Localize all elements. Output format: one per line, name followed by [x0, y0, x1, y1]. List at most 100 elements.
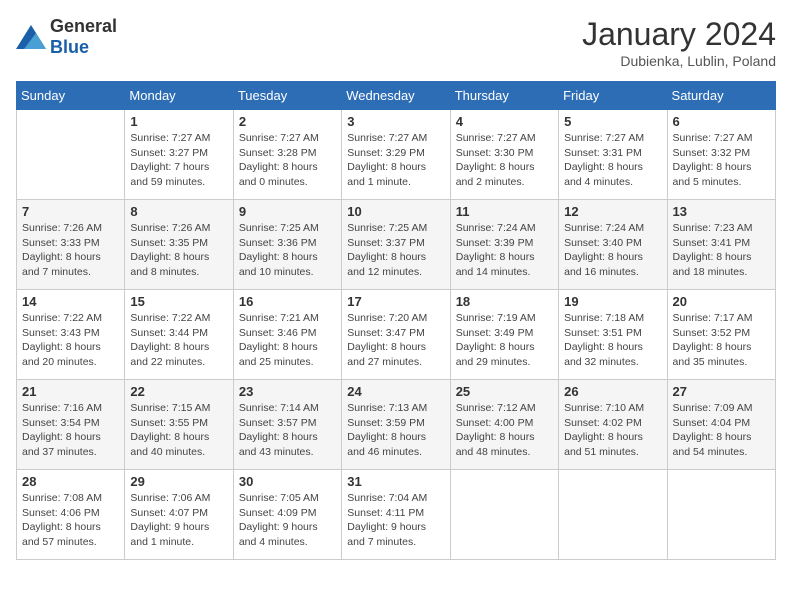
- day-info: Sunrise: 7:05 AMSunset: 4:09 PMDaylight:…: [239, 491, 336, 550]
- day-info: Sunrise: 7:13 AMSunset: 3:59 PMDaylight:…: [347, 401, 444, 460]
- calendar-cell: 23 Sunrise: 7:14 AMSunset: 3:57 PMDayligh…: [233, 380, 341, 470]
- page-header: General Blue January 2024 Dubienka, Lubl…: [16, 16, 776, 69]
- calendar-cell: 19 Sunrise: 7:18 AMSunset: 3:51 PMDayligh…: [559, 290, 667, 380]
- day-info: Sunrise: 7:27 AMSunset: 3:28 PMDaylight:…: [239, 131, 336, 190]
- week-row-1: 1 Sunrise: 7:27 AMSunset: 3:27 PMDaylight…: [17, 110, 776, 200]
- day-number: 21: [22, 384, 119, 399]
- calendar-cell: 13 Sunrise: 7:23 AMSunset: 3:41 PMDayligh…: [667, 200, 775, 290]
- day-info: Sunrise: 7:25 AMSunset: 3:36 PMDaylight:…: [239, 221, 336, 280]
- calendar-cell: 10 Sunrise: 7:25 AMSunset: 3:37 PMDayligh…: [342, 200, 450, 290]
- weekday-header-tuesday: Tuesday: [233, 82, 341, 110]
- calendar-cell: 28 Sunrise: 7:08 AMSunset: 4:06 PMDayligh…: [17, 470, 125, 560]
- weekday-header-sunday: Sunday: [17, 82, 125, 110]
- day-info: Sunrise: 7:12 AMSunset: 4:00 PMDaylight:…: [456, 401, 553, 460]
- day-info: Sunrise: 7:10 AMSunset: 4:02 PMDaylight:…: [564, 401, 661, 460]
- day-info: Sunrise: 7:22 AMSunset: 3:44 PMDaylight:…: [130, 311, 227, 370]
- week-row-5: 28 Sunrise: 7:08 AMSunset: 4:06 PMDayligh…: [17, 470, 776, 560]
- day-number: 17: [347, 294, 444, 309]
- day-number: 10: [347, 204, 444, 219]
- day-number: 19: [564, 294, 661, 309]
- calendar-cell: [559, 470, 667, 560]
- calendar-cell: 18 Sunrise: 7:19 AMSunset: 3:49 PMDayligh…: [450, 290, 558, 380]
- day-number: 20: [673, 294, 770, 309]
- day-info: Sunrise: 7:16 AMSunset: 3:54 PMDaylight:…: [22, 401, 119, 460]
- logo-blue: Blue: [50, 37, 89, 57]
- day-number: 22: [130, 384, 227, 399]
- day-info: Sunrise: 7:18 AMSunset: 3:51 PMDaylight:…: [564, 311, 661, 370]
- day-info: Sunrise: 7:27 AMSunset: 3:30 PMDaylight:…: [456, 131, 553, 190]
- calendar-cell: 8Sunrise: 7:26 AMSunset: 3:35 PMDaylight…: [125, 200, 233, 290]
- day-number: 4: [456, 114, 553, 129]
- day-info: Sunrise: 7:14 AMSunset: 3:57 PMDaylight:…: [239, 401, 336, 460]
- day-info: Sunrise: 7:24 AMSunset: 3:40 PMDaylight:…: [564, 221, 661, 280]
- week-row-2: 7Sunrise: 7:26 AMSunset: 3:33 PMDaylight…: [17, 200, 776, 290]
- day-info: Sunrise: 7:27 AMSunset: 3:32 PMDaylight:…: [673, 131, 770, 190]
- day-number: 1: [130, 114, 227, 129]
- calendar-cell: 11Sunrise: 7:24 AMSunset: 3:39 PMDayligh…: [450, 200, 558, 290]
- day-info: Sunrise: 7:17 AMSunset: 3:52 PMDaylight:…: [673, 311, 770, 370]
- calendar-cell: 4 Sunrise: 7:27 AMSunset: 3:30 PMDaylight…: [450, 110, 558, 200]
- day-info: Sunrise: 7:24 AMSunset: 3:39 PMDaylight:…: [456, 221, 553, 280]
- day-number: 30: [239, 474, 336, 489]
- weekday-header-wednesday: Wednesday: [342, 82, 450, 110]
- day-info: Sunrise: 7:27 AMSunset: 3:27 PMDaylight:…: [130, 131, 227, 190]
- day-number: 16: [239, 294, 336, 309]
- day-info: Sunrise: 7:15 AMSunset: 3:55 PMDaylight:…: [130, 401, 227, 460]
- calendar-cell: 22 Sunrise: 7:15 AMSunset: 3:55 PMDayligh…: [125, 380, 233, 470]
- calendar-cell: 31Sunrise: 7:04 AMSunset: 4:11 PMDayligh…: [342, 470, 450, 560]
- calendar-cell: 17 Sunrise: 7:20 AMSunset: 3:47 PMDayligh…: [342, 290, 450, 380]
- weekday-header-thursday: Thursday: [450, 82, 558, 110]
- day-number: 23: [239, 384, 336, 399]
- weekday-header-friday: Friday: [559, 82, 667, 110]
- day-number: 18: [456, 294, 553, 309]
- calendar-cell: 9 Sunrise: 7:25 AMSunset: 3:36 PMDaylight…: [233, 200, 341, 290]
- calendar-cell: [17, 110, 125, 200]
- day-number: 12: [564, 204, 661, 219]
- month-title: January 2024: [582, 16, 776, 53]
- calendar-cell: 16 Sunrise: 7:21 AMSunset: 3:46 PMDayligh…: [233, 290, 341, 380]
- calendar-cell: 5Sunrise: 7:27 AMSunset: 3:31 PMDaylight…: [559, 110, 667, 200]
- logo-icon: [16, 25, 46, 49]
- day-number: 29: [130, 474, 227, 489]
- calendar-cell: 29Sunrise: 7:06 AMSunset: 4:07 PMDayligh…: [125, 470, 233, 560]
- day-info: Sunrise: 7:23 AMSunset: 3:41 PMDaylight:…: [673, 221, 770, 280]
- day-number: 6: [673, 114, 770, 129]
- day-number: 28: [22, 474, 119, 489]
- day-info: Sunrise: 7:27 AMSunset: 3:29 PMDaylight:…: [347, 131, 444, 190]
- calendar-cell: 27 Sunrise: 7:09 AMSunset: 4:04 PMDayligh…: [667, 380, 775, 470]
- weekday-header-saturday: Saturday: [667, 82, 775, 110]
- day-number: 25: [456, 384, 553, 399]
- day-info: Sunrise: 7:21 AMSunset: 3:46 PMDaylight:…: [239, 311, 336, 370]
- location: Dubienka, Lublin, Poland: [582, 53, 776, 69]
- calendar-cell: 26Sunrise: 7:10 AMSunset: 4:02 PMDayligh…: [559, 380, 667, 470]
- calendar-cell: 24 Sunrise: 7:13 AMSunset: 3:59 PMDayligh…: [342, 380, 450, 470]
- title-block: January 2024 Dubienka, Lublin, Poland: [582, 16, 776, 69]
- day-info: Sunrise: 7:19 AMSunset: 3:49 PMDaylight:…: [456, 311, 553, 370]
- calendar-cell: 15Sunrise: 7:22 AMSunset: 3:44 PMDayligh…: [125, 290, 233, 380]
- calendar-cell: 1 Sunrise: 7:27 AMSunset: 3:27 PMDaylight…: [125, 110, 233, 200]
- day-number: 14: [22, 294, 119, 309]
- day-number: 13: [673, 204, 770, 219]
- day-info: Sunrise: 7:08 AMSunset: 4:06 PMDaylight:…: [22, 491, 119, 550]
- logo-general: General: [50, 16, 117, 36]
- calendar-cell: 3Sunrise: 7:27 AMSunset: 3:29 PMDaylight…: [342, 110, 450, 200]
- calendar-cell: 14Sunrise: 7:22 AMSunset: 3:43 PMDayligh…: [17, 290, 125, 380]
- day-info: Sunrise: 7:20 AMSunset: 3:47 PMDaylight:…: [347, 311, 444, 370]
- calendar-cell: 25 Sunrise: 7:12 AMSunset: 4:00 PMDayligh…: [450, 380, 558, 470]
- day-number: 27: [673, 384, 770, 399]
- day-info: Sunrise: 7:09 AMSunset: 4:04 PMDaylight:…: [673, 401, 770, 460]
- logo: General Blue: [16, 16, 117, 58]
- logo-text: General Blue: [50, 16, 117, 58]
- calendar-cell: 12 Sunrise: 7:24 AMSunset: 3:40 PMDayligh…: [559, 200, 667, 290]
- day-number: 5: [564, 114, 661, 129]
- calendar-cell: 2Sunrise: 7:27 AMSunset: 3:28 PMDaylight…: [233, 110, 341, 200]
- calendar-table: SundayMondayTuesdayWednesdayThursdayFrid…: [16, 81, 776, 560]
- week-row-4: 21 Sunrise: 7:16 AMSunset: 3:54 PMDayligh…: [17, 380, 776, 470]
- calendar-cell: 20 Sunrise: 7:17 AMSunset: 3:52 PMDayligh…: [667, 290, 775, 380]
- day-number: 24: [347, 384, 444, 399]
- day-info: Sunrise: 7:26 AMSunset: 3:35 PMDaylight:…: [130, 221, 227, 280]
- day-info: Sunrise: 7:04 AMSunset: 4:11 PMDaylight:…: [347, 491, 444, 550]
- day-info: Sunrise: 7:25 AMSunset: 3:37 PMDaylight:…: [347, 221, 444, 280]
- calendar-cell: 7Sunrise: 7:26 AMSunset: 3:33 PMDaylight…: [17, 200, 125, 290]
- day-number: 9: [239, 204, 336, 219]
